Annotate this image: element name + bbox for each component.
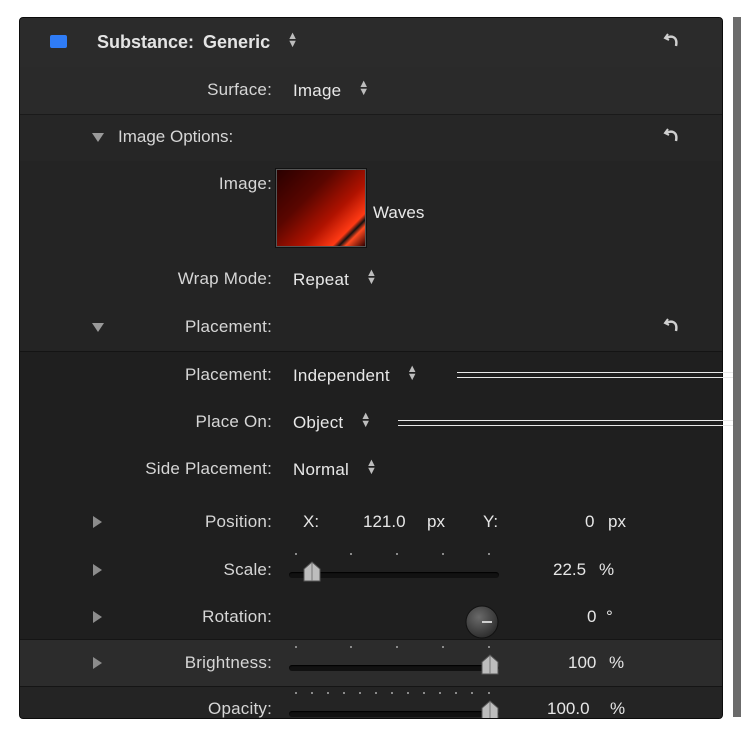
image-options-row: Image Options: — [20, 114, 722, 161]
side-placement-label: Side Placement: — [145, 459, 272, 478]
popup-up-down-icon: ▲ ▼ — [365, 267, 378, 287]
position-x-value[interactable]: 121.0 — [363, 512, 406, 532]
wrap-mode-popup[interactable]: Repeat ▲ ▼ — [293, 267, 378, 290]
slider-thumb-icon[interactable] — [301, 560, 323, 582]
rotation-value[interactable]: 0 — [587, 607, 596, 627]
position-x-label: X: — [303, 512, 320, 531]
brightness-ticks — [295, 646, 495, 652]
side-placement-row: Side Placement: Normal ▲ ▼ — [20, 446, 722, 493]
position-y-unit: px — [608, 512, 626, 531]
placement-value: Independent — [293, 366, 390, 385]
rotation-unit: ° — [606, 607, 613, 626]
place-on-label: Place On: — [195, 412, 272, 431]
disclosure-triangle-icon[interactable] — [93, 611, 102, 623]
opacity-value[interactable]: 100.0 — [547, 699, 590, 718]
rotation-label: Rotation: — [202, 607, 272, 626]
position-y-value[interactable]: 0 — [585, 512, 594, 532]
rotation-row: Rotation: 0 ° — [20, 594, 722, 641]
wrap-mode-row: Wrap Mode: Repeat ▲ ▼ — [20, 256, 722, 303]
brightness-row: Brightness: 100 % — [20, 640, 722, 687]
surface-label: Surface: — [207, 80, 272, 99]
placement-callout-line — [457, 372, 741, 378]
popup-up-down-icon: ▲ ▼ — [360, 410, 372, 430]
slider-thumb-icon[interactable] — [479, 699, 501, 719]
brightness-value[interactable]: 100 — [568, 653, 596, 673]
position-row: Position: X: 121.0 px Y: 0 px — [20, 499, 722, 546]
substance-color-swatch[interactable] — [50, 35, 67, 48]
position-label: Position: — [204, 512, 272, 531]
opacity-row: Opacity: 100.0 % — [20, 686, 722, 718]
slider-thumb-icon[interactable] — [479, 653, 501, 675]
placement-popup[interactable]: Independent ▲ ▼ — [293, 363, 418, 386]
side-placement-popup[interactable]: Normal ▲ ▼ — [293, 457, 378, 480]
brightness-label: Brightness: — [184, 653, 272, 672]
surface-value: Image — [293, 81, 342, 100]
scrollbar[interactable] — [733, 17, 741, 717]
scale-ticks — [295, 553, 495, 559]
reset-arrow-icon[interactable] — [662, 30, 682, 50]
disclosure-triangle-icon[interactable] — [92, 133, 104, 142]
image-row: Image: Waves — [20, 161, 722, 271]
position-y-label: Y: — [483, 512, 499, 531]
place-on-value: Object — [293, 413, 344, 432]
wrap-mode-value: Repeat — [293, 270, 350, 289]
popup-up-down-icon: ▲ ▼ — [287, 30, 298, 50]
wrap-mode-label: Wrap Mode: — [177, 269, 272, 288]
reset-arrow-icon[interactable] — [662, 125, 682, 145]
place-on-popup[interactable]: Object ▲ ▼ — [293, 410, 372, 433]
placement-group-label: Placement: — [184, 317, 272, 336]
brightness-slider[interactable] — [289, 665, 499, 671]
image-label: Image: — [218, 174, 272, 193]
substance-value: Generic — [203, 32, 271, 52]
opacity-ticks — [295, 692, 495, 698]
disclosure-triangle-icon[interactable] — [93, 564, 102, 576]
surface-popup[interactable]: Image ▲ ▼ — [293, 78, 370, 101]
side-placement-value: Normal — [293, 460, 349, 479]
opacity-slider[interactable] — [289, 711, 499, 717]
popup-up-down-icon: ▲ ▼ — [406, 363, 418, 383]
substance-popup[interactable]: Substance: Generic ▲ ▼ — [97, 30, 298, 53]
scale-value[interactable]: 22.5 — [553, 560, 586, 580]
inspector-panel: Substance: Generic ▲ ▼ Surface: Image ▲ ▼ … — [19, 17, 723, 719]
scale-row: Scale: 22.5 % — [20, 547, 722, 594]
opacity-label: Opacity: — [208, 699, 272, 718]
image-name: Waves — [373, 203, 425, 222]
scale-unit: % — [599, 560, 615, 579]
rotation-dial-icon[interactable] — [464, 604, 500, 640]
place-on-callout-line — [398, 420, 741, 426]
brightness-unit: % — [609, 653, 625, 672]
reset-arrow-icon[interactable] — [662, 315, 682, 335]
position-x-unit: px — [427, 512, 445, 531]
disclosure-triangle-icon[interactable] — [93, 657, 102, 669]
placement-group-row: Placement: — [20, 304, 722, 351]
substance-label: Substance: — [97, 32, 195, 52]
surface-row: Surface: Image ▲ ▼ — [20, 67, 722, 114]
opacity-unit: % — [610, 699, 626, 718]
placement-label: Placement: — [184, 365, 272, 384]
substance-header-row: Substance: Generic ▲ ▼ — [20, 19, 722, 66]
disclosure-triangle-icon[interactable] — [92, 323, 104, 332]
image-well[interactable] — [276, 169, 366, 247]
scale-label: Scale: — [223, 560, 272, 579]
popup-up-down-icon: ▲ ▼ — [365, 457, 378, 477]
popup-up-down-icon: ▲ ▼ — [358, 78, 370, 98]
image-options-label: Image Options: — [118, 127, 234, 146]
disclosure-triangle-icon[interactable] — [93, 516, 102, 528]
